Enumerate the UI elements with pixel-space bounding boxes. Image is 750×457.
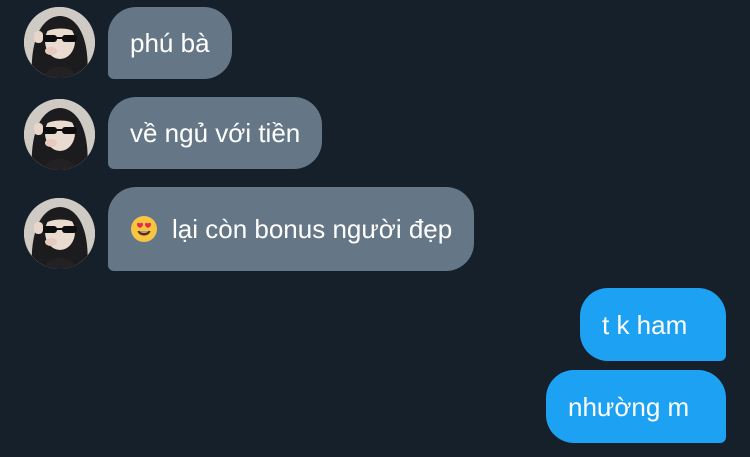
message-text: t k ham: [602, 309, 688, 340]
sender-avatar[interactable]: [24, 99, 95, 170]
message-text: phú bà: [130, 28, 210, 58]
incoming-message-bubble[interactable]: về ngủ với tiền: [108, 97, 323, 169]
message-thread: phú bà về ngủ với tiền lại còn bonus ngư…: [0, 0, 750, 457]
incoming-message-bubble[interactable]: phú bà: [108, 7, 232, 79]
message-text: về ngủ với tiền: [130, 118, 301, 148]
heart-eyes-emoji-icon: [130, 215, 158, 243]
message-text: lại còn bonus người đẹp: [172, 214, 453, 244]
sender-avatar[interactable]: [24, 198, 95, 269]
incoming-message-bubble[interactable]: lại còn bonus người đẹp: [108, 187, 475, 271]
sender-avatar[interactable]: [24, 7, 95, 78]
outgoing-message-bubble[interactable]: t k ham: [580, 288, 726, 361]
message-text: nhường m: [568, 391, 690, 422]
outgoing-message-bubble[interactable]: nhường m: [546, 370, 726, 443]
